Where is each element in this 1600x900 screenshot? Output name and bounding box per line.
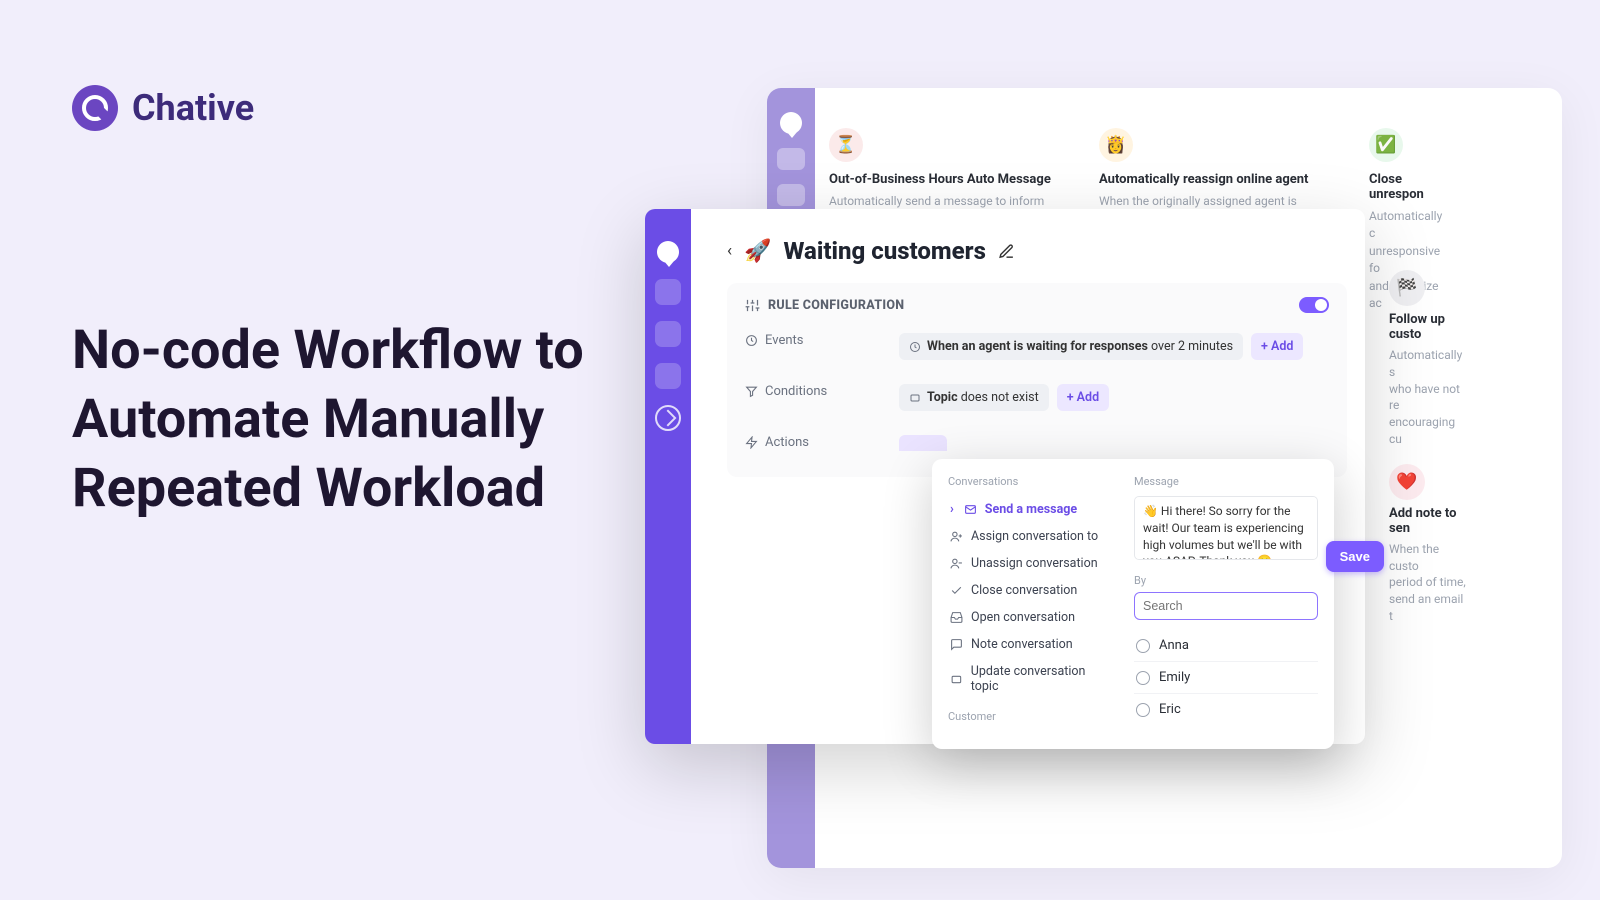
- event-chip[interactable]: When an agent is waiting for responses o…: [899, 333, 1243, 360]
- action-option-open[interactable]: Open conversation: [948, 604, 1116, 631]
- back-button[interactable]: ‹: [727, 241, 732, 261]
- actions-label: Actions: [745, 435, 895, 450]
- message-icon: [950, 638, 963, 651]
- action-option-assign[interactable]: Assign conversation to: [948, 523, 1116, 550]
- automation-icon[interactable]: [655, 405, 681, 431]
- agent-option[interactable]: Emily: [1134, 662, 1318, 694]
- action-option-unassign[interactable]: Unassign conversation: [948, 550, 1116, 577]
- user-minus-icon: [950, 557, 963, 570]
- agent-option[interactable]: Eric: [1134, 694, 1318, 725]
- conditions-label: Conditions: [745, 384, 895, 399]
- chat-icon[interactable]: [780, 112, 802, 134]
- heart-icon: ❤️: [1389, 464, 1425, 500]
- rule-heading: RULE CONFIGURATION: [768, 298, 904, 313]
- radio-icon: [1136, 639, 1150, 653]
- add-event-button[interactable]: + Add: [1251, 333, 1303, 360]
- rule-enabled-toggle[interactable]: [1299, 297, 1329, 313]
- card-title: Out-of-Business Hours Auto Message: [829, 172, 1079, 187]
- message-label: Message: [1134, 475, 1318, 488]
- agent-option[interactable]: Anna: [1134, 630, 1318, 662]
- action-option-topic[interactable]: Update conversation topic: [948, 658, 1116, 700]
- template-card[interactable]: 🏁 Follow up custo Automatically s who ha…: [1389, 270, 1469, 448]
- mail-icon: [964, 503, 977, 516]
- zap-icon: [745, 436, 758, 449]
- brand-name: Chative: [132, 87, 254, 129]
- check-icon: ✅: [1369, 128, 1403, 162]
- by-label: By: [1134, 574, 1318, 587]
- clock-icon: [745, 334, 758, 347]
- tag-icon: [909, 392, 921, 404]
- rule-panel: RULE CONFIGURATION Events When an agent …: [727, 283, 1347, 477]
- clock-icon: [909, 341, 921, 353]
- chat-bubble-icon: [72, 85, 118, 131]
- rocket-icon: 🚀: [744, 239, 771, 264]
- hero-headline: No-code Workflow to Automate Manually Re…: [72, 316, 632, 523]
- page-title: Waiting customers: [784, 237, 986, 265]
- check-icon: [950, 584, 963, 597]
- user-plus-icon: [950, 530, 963, 543]
- popover-section-heading: Customer: [948, 710, 1116, 723]
- inbox-icon: [950, 611, 963, 624]
- nav-item[interactable]: [655, 363, 681, 389]
- message-textarea[interactable]: [1134, 496, 1318, 560]
- rear-nav-item[interactable]: [777, 184, 805, 206]
- action-option-note[interactable]: Note conversation: [948, 631, 1116, 658]
- front-nav-rail: [645, 209, 691, 744]
- card-desc: Automatically s who have not re encourag…: [1389, 347, 1469, 448]
- tag-icon: [950, 673, 963, 686]
- action-option-send-message[interactable]: Send a message: [948, 496, 1116, 523]
- edit-icon[interactable]: [998, 243, 1015, 260]
- popover-section-heading: Conversations: [948, 475, 1116, 488]
- nav-item[interactable]: [655, 321, 681, 347]
- actions-popover: Conversations Send a message Assign conv…: [932, 459, 1334, 749]
- action-tab-stub[interactable]: [899, 435, 947, 451]
- save-button[interactable]: Save: [1326, 541, 1384, 572]
- sliders-icon: [745, 298, 760, 313]
- card-title: Add note to sen: [1389, 506, 1469, 536]
- card-title: Automatically reassign online agent: [1099, 172, 1349, 187]
- card-title: Follow up custo: [1389, 312, 1469, 342]
- person-icon: 👸: [1099, 128, 1133, 162]
- rule-editor-window: ‹ 🚀 Waiting customers RULE CONFIGURATION…: [645, 209, 1365, 744]
- condition-chip[interactable]: Topic does not exist: [899, 384, 1049, 411]
- hourglass-icon: ⏳: [829, 128, 863, 162]
- radio-icon: [1136, 703, 1150, 717]
- add-condition-button[interactable]: + Add: [1057, 384, 1109, 411]
- card-desc: When the custo period of time, send an e…: [1389, 541, 1469, 625]
- agent-search-input[interactable]: [1134, 592, 1318, 620]
- filter-icon: [745, 385, 758, 398]
- events-label: Events: [745, 333, 895, 348]
- action-option-close[interactable]: Close conversation: [948, 577, 1116, 604]
- rear-nav-item[interactable]: [777, 148, 805, 170]
- brand-logo: Chative: [72, 85, 254, 131]
- chat-icon[interactable]: [657, 241, 679, 263]
- radio-icon: [1136, 671, 1150, 685]
- card-title: Close unrespon: [1369, 172, 1449, 202]
- flag-icon: 🏁: [1389, 270, 1425, 306]
- template-card[interactable]: ❤️ Add note to sen When the custo period…: [1389, 464, 1469, 625]
- nav-item[interactable]: [655, 279, 681, 305]
